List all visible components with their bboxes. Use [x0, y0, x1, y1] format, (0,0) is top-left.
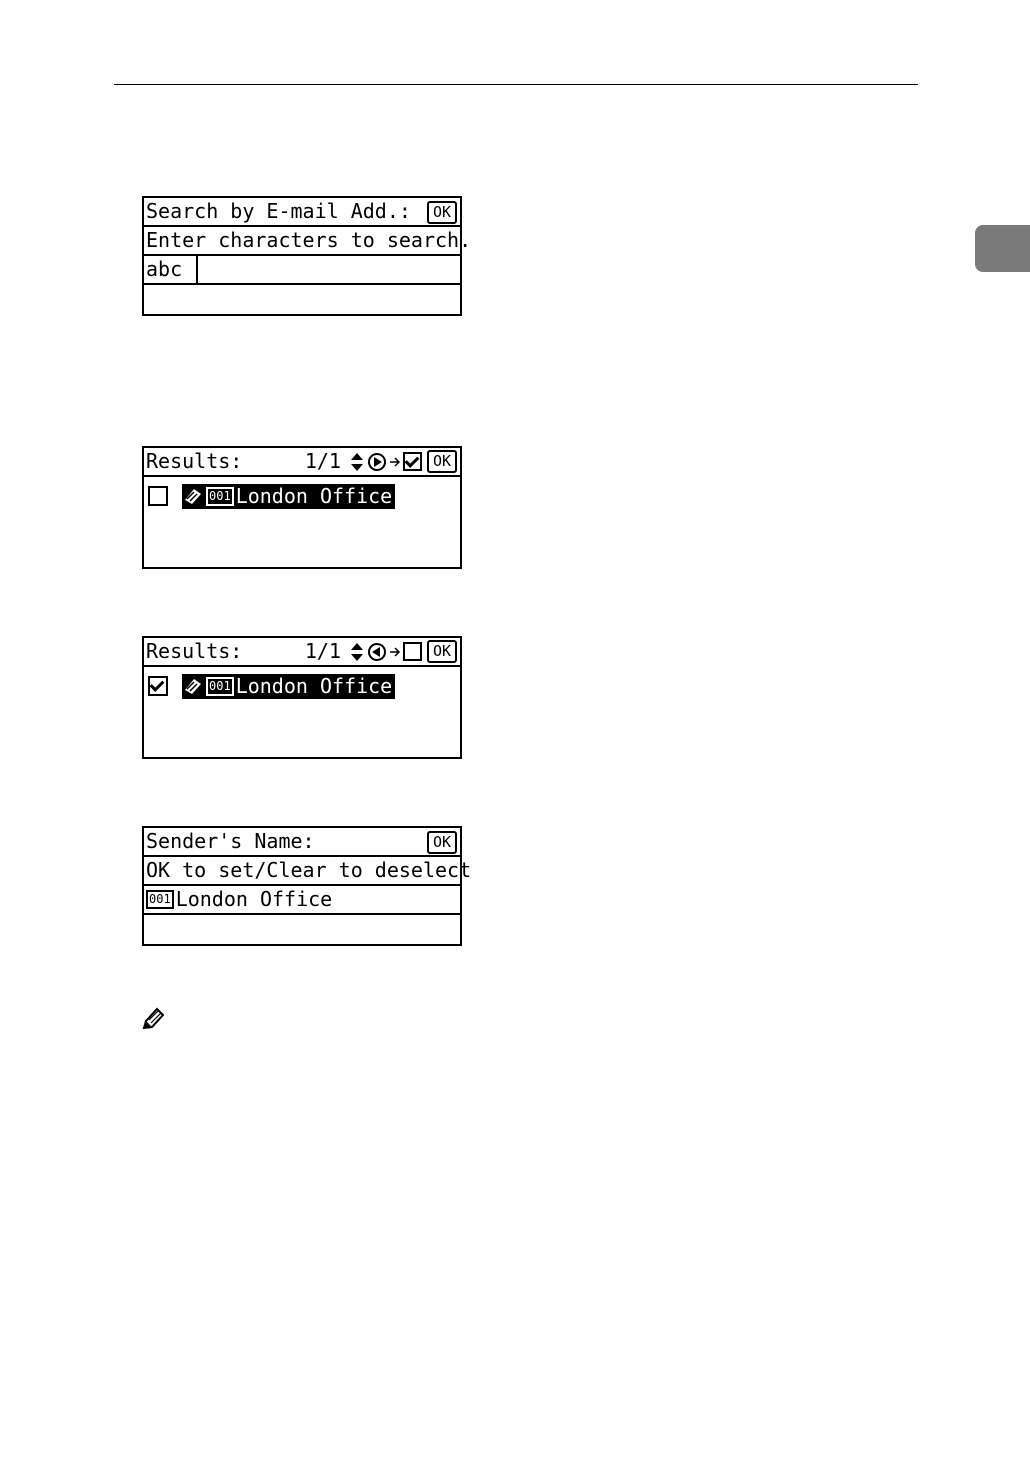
entry-name: London Office: [235, 483, 393, 508]
lcd-search-screen: Search by E-mail Add.: OK Enter characte…: [142, 196, 471, 316]
nav-group: 1/1 OK: [305, 448, 457, 475]
ok-button[interactable]: OK: [426, 831, 457, 854]
ok-button[interactable]: OK: [426, 201, 457, 224]
select-checkbox[interactable]: [148, 676, 168, 696]
instruction-row: OK to set/Clear to deselect: [144, 857, 471, 886]
lcd-title-row: Search by E-mail Add.: OK: [144, 198, 460, 227]
select-checkbox[interactable]: [148, 486, 168, 506]
lcd-title-row: Results: 1/1 OK: [144, 638, 460, 667]
lcd-title: Sender's Name:: [146, 829, 315, 853]
result-entry[interactable]: 001 London Office: [148, 483, 396, 509]
lcd-results-screen-unchecked: Results: 1/1 OK 001 London Office: [142, 446, 462, 569]
page-indicator: 1/1: [304, 639, 341, 663]
lcd-title-row: Results: 1/1 OK: [144, 448, 460, 477]
results-list: 001 London Office: [144, 477, 460, 567]
sender-row[interactable]: 001 London Office: [144, 886, 460, 915]
nav-group: 1/1 OK: [305, 638, 457, 665]
lcd-results-screen-checked: Results: 1/1 OK 001 London Office: [142, 636, 462, 759]
lcd-title: Results:: [146, 449, 243, 473]
entry-number: 001: [206, 486, 234, 506]
checkbox-icon: [402, 452, 422, 471]
instruction-row: Enter characters to search.: [144, 227, 471, 256]
up-down-arrow-icon: [350, 452, 363, 471]
email-destination-icon: [185, 679, 201, 694]
input-mode: abc: [146, 256, 198, 283]
ok-button[interactable]: OK: [426, 450, 457, 473]
left-circle-icon: [367, 642, 386, 661]
checkbox-icon: [402, 642, 422, 661]
lcd-title-row: Sender's Name: OK: [144, 828, 460, 857]
result-entry[interactable]: 001 London Office: [148, 673, 396, 699]
entry-name: London Office: [175, 887, 333, 911]
input-row[interactable]: abc: [144, 256, 460, 285]
entry-highlight: 001 London Office: [182, 483, 396, 509]
empty-row: [144, 285, 460, 314]
entry-number: 001: [146, 890, 174, 909]
entry-highlight: 001 London Office: [182, 673, 396, 699]
empty-row: [144, 915, 460, 944]
lcd-title: Search by E-mail Add.:: [146, 199, 411, 223]
email-destination-icon: [185, 489, 201, 504]
entry-number: 001: [206, 676, 234, 696]
lcd-sender-screen: Sender's Name: OK OK to set/Clear to des…: [142, 826, 471, 946]
arrow-right-icon: [389, 646, 400, 657]
header-rule: [114, 84, 918, 85]
results-list: 001 London Office: [144, 667, 460, 757]
arrow-right-icon: [389, 456, 400, 467]
ok-button[interactable]: OK: [426, 640, 457, 663]
page-indicator: 1/1: [304, 449, 341, 473]
pencil-note-icon: [142, 1007, 165, 1030]
lcd-title: Results:: [146, 639, 243, 663]
entry-name: London Office: [235, 673, 393, 698]
right-circle-icon: [367, 452, 386, 471]
chapter-tab: [975, 225, 1030, 272]
up-down-arrow-icon: [350, 642, 363, 661]
